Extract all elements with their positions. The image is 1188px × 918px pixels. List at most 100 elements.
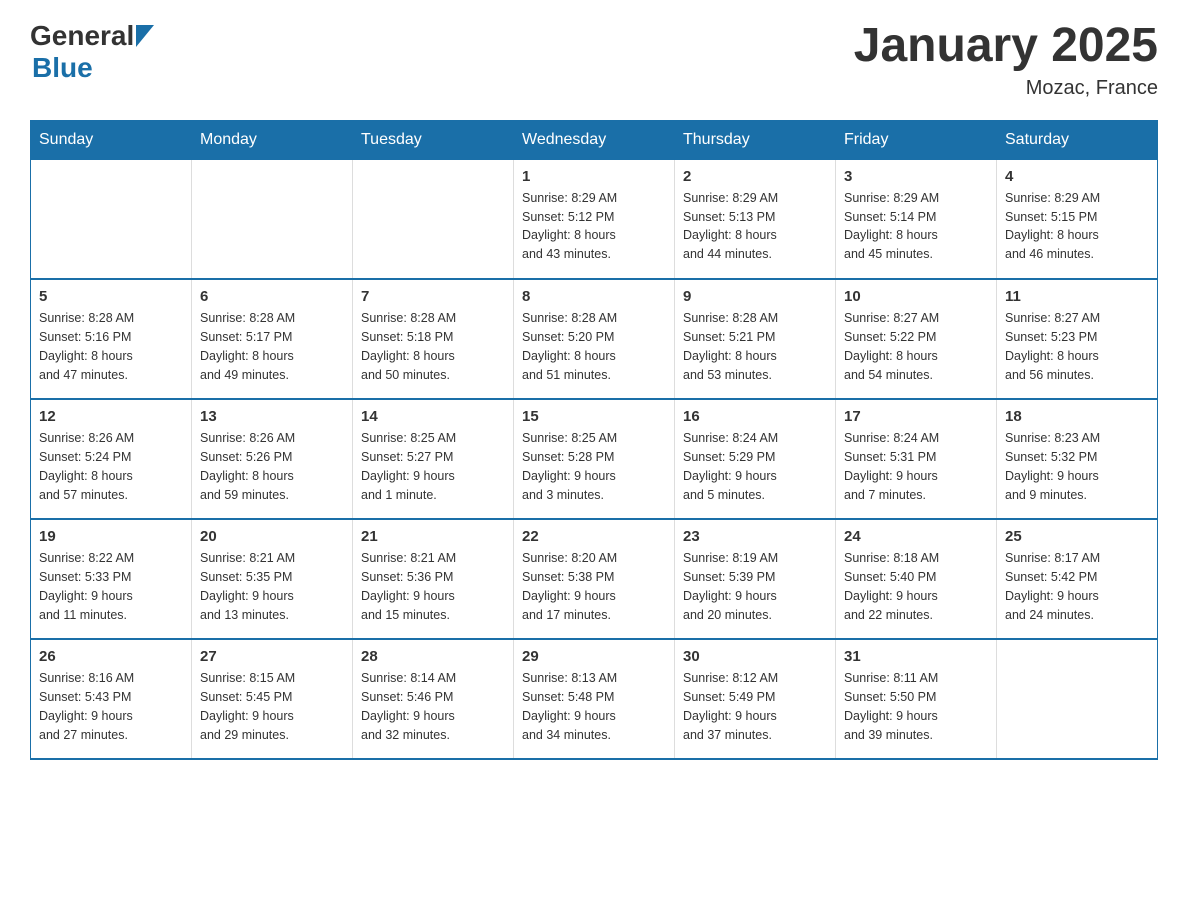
day-info: Sunrise: 8:28 AMSunset: 5:21 PMDaylight:… (683, 309, 827, 384)
calendar-cell: 25 Sunrise: 8:17 AMSunset: 5:42 PMDayligh… (997, 519, 1158, 639)
calendar-cell: 13 Sunrise: 8:26 AMSunset: 5:26 PMDayligh… (192, 399, 353, 519)
calendar-cell: 26 Sunrise: 8:16 AMSunset: 5:43 PMDayligh… (31, 639, 192, 759)
calendar-cell: 22Sunrise: 8:20 AMSunset: 5:38 PMDayligh… (514, 519, 675, 639)
day-number: 6 (200, 288, 344, 305)
day-number: 22 (522, 528, 666, 545)
calendar-cell: 7 Sunrise: 8:28 AMSunset: 5:18 PMDaylight… (353, 279, 514, 399)
calendar-cell: 10 Sunrise: 8:27 AMSunset: 5:22 PMDayligh… (836, 279, 997, 399)
day-info: Sunrise: 8:11 AMSunset: 5:50 PMDaylight:… (844, 669, 988, 744)
day-info: Sunrise: 8:21 AMSunset: 5:36 PMDaylight:… (361, 549, 505, 624)
calendar-cell: 31 Sunrise: 8:11 AMSunset: 5:50 PMDayligh… (836, 639, 997, 759)
day-number: 12 (39, 408, 183, 425)
calendar-cell: 14 Sunrise: 8:25 AMSunset: 5:27 PMDayligh… (353, 399, 514, 519)
calendar-week-row: 19 Sunrise: 8:22 AMSunset: 5:33 PMDayligh… (31, 519, 1158, 639)
calendar-header-thursday: Thursday (675, 120, 836, 159)
calendar-cell: 15 Sunrise: 8:25 AMSunset: 5:28 PMDayligh… (514, 399, 675, 519)
calendar-header-sunday: Sunday (31, 120, 192, 159)
day-number: 21 (361, 528, 505, 545)
calendar-cell: 20Sunrise: 8:21 AMSunset: 5:35 PMDayligh… (192, 519, 353, 639)
calendar-cell: 23Sunrise: 8:19 AMSunset: 5:39 PMDayligh… (675, 519, 836, 639)
day-number: 24 (844, 528, 988, 545)
day-number: 11 (1005, 288, 1149, 305)
logo-blue-text: Blue (32, 52, 154, 84)
calendar-cell: 1Sunrise: 8:29 AMSunset: 5:12 PMDaylight… (514, 159, 675, 279)
day-info: Sunrise: 8:18 AMSunset: 5:40 PMDaylight:… (844, 549, 988, 624)
day-info: Sunrise: 8:23 AMSunset: 5:32 PMDaylight:… (1005, 429, 1149, 504)
day-info: Sunrise: 8:25 AMSunset: 5:27 PMDaylight:… (361, 429, 505, 504)
day-number: 10 (844, 288, 988, 305)
day-info: Sunrise: 8:29 AMSunset: 5:13 PMDaylight:… (683, 189, 827, 264)
day-info: Sunrise: 8:22 AMSunset: 5:33 PMDaylight:… (39, 549, 183, 624)
day-number: 25 (1005, 528, 1149, 545)
calendar-cell: 28Sunrise: 8:14 AMSunset: 5:46 PMDayligh… (353, 639, 514, 759)
day-number: 19 (39, 528, 183, 545)
calendar-cell: 3Sunrise: 8:29 AMSunset: 5:14 PMDaylight… (836, 159, 997, 279)
calendar-cell: 19 Sunrise: 8:22 AMSunset: 5:33 PMDayligh… (31, 519, 192, 639)
calendar-cell: 8 Sunrise: 8:28 AMSunset: 5:20 PMDaylight… (514, 279, 675, 399)
day-info: Sunrise: 8:28 AMSunset: 5:18 PMDaylight:… (361, 309, 505, 384)
logo-general-text: General (30, 20, 134, 52)
day-number: 17 (844, 408, 988, 425)
day-info: Sunrise: 8:26 AMSunset: 5:24 PMDaylight:… (39, 429, 183, 504)
day-number: 28 (361, 648, 505, 665)
day-number: 14 (361, 408, 505, 425)
calendar-week-row: 26 Sunrise: 8:16 AMSunset: 5:43 PMDayligh… (31, 639, 1158, 759)
logo-triangle-icon (136, 25, 154, 47)
day-info: Sunrise: 8:27 AMSunset: 5:22 PMDaylight:… (844, 309, 988, 384)
calendar-title: January 2025 (854, 20, 1158, 73)
day-info: Sunrise: 8:25 AMSunset: 5:28 PMDaylight:… (522, 429, 666, 504)
calendar-cell: 30 Sunrise: 8:12 AMSunset: 5:49 PMDayligh… (675, 639, 836, 759)
calendar-header-monday: Monday (192, 120, 353, 159)
day-number: 4 (1005, 168, 1149, 185)
day-number: 15 (522, 408, 666, 425)
day-number: 13 (200, 408, 344, 425)
day-info: Sunrise: 8:27 AMSunset: 5:23 PMDaylight:… (1005, 309, 1149, 384)
calendar-header-friday: Friday (836, 120, 997, 159)
calendar-cell: 18Sunrise: 8:23 AMSunset: 5:32 PMDayligh… (997, 399, 1158, 519)
day-info: Sunrise: 8:15 AMSunset: 5:45 PMDaylight:… (200, 669, 344, 744)
day-info: Sunrise: 8:29 AMSunset: 5:12 PMDaylight:… (522, 189, 666, 264)
day-number: 30 (683, 648, 827, 665)
calendar-cell: 11 Sunrise: 8:27 AMSunset: 5:23 PMDayligh… (997, 279, 1158, 399)
calendar-table: SundayMondayTuesdayWednesdayThursdayFrid… (30, 120, 1158, 761)
day-info: Sunrise: 8:29 AMSunset: 5:15 PMDaylight:… (1005, 189, 1149, 264)
day-info: Sunrise: 8:28 AMSunset: 5:20 PMDaylight:… (522, 309, 666, 384)
day-info: Sunrise: 8:24 AMSunset: 5:29 PMDaylight:… (683, 429, 827, 504)
calendar-week-row: 12 Sunrise: 8:26 AMSunset: 5:24 PMDayligh… (31, 399, 1158, 519)
calendar-cell: 21 Sunrise: 8:21 AMSunset: 5:36 PMDayligh… (353, 519, 514, 639)
day-info: Sunrise: 8:24 AMSunset: 5:31 PMDaylight:… (844, 429, 988, 504)
calendar-header-saturday: Saturday (997, 120, 1158, 159)
calendar-cell (31, 159, 192, 279)
day-number: 3 (844, 168, 988, 185)
day-number: 9 (683, 288, 827, 305)
calendar-cell: 5Sunrise: 8:28 AMSunset: 5:16 PMDaylight… (31, 279, 192, 399)
calendar-header-wednesday: Wednesday (514, 120, 675, 159)
calendar-header-tuesday: Tuesday (353, 120, 514, 159)
calendar-cell: 9 Sunrise: 8:28 AMSunset: 5:21 PMDaylight… (675, 279, 836, 399)
calendar-subtitle: Mozac, France (854, 77, 1158, 100)
day-info: Sunrise: 8:17 AMSunset: 5:42 PMDaylight:… (1005, 549, 1149, 624)
day-number: 8 (522, 288, 666, 305)
day-number: 16 (683, 408, 827, 425)
day-info: Sunrise: 8:19 AMSunset: 5:39 PMDaylight:… (683, 549, 827, 624)
day-number: 7 (361, 288, 505, 305)
day-info: Sunrise: 8:16 AMSunset: 5:43 PMDaylight:… (39, 669, 183, 744)
logo: General Blue (30, 20, 154, 84)
calendar-cell (192, 159, 353, 279)
calendar-header-row: SundayMondayTuesdayWednesdayThursdayFrid… (31, 120, 1158, 159)
calendar-cell: 4 Sunrise: 8:29 AMSunset: 5:15 PMDaylight… (997, 159, 1158, 279)
calendar-cell: 27Sunrise: 8:15 AMSunset: 5:45 PMDayligh… (192, 639, 353, 759)
day-number: 31 (844, 648, 988, 665)
calendar-cell: 2Sunrise: 8:29 AMSunset: 5:13 PMDaylight… (675, 159, 836, 279)
calendar-week-row: 1Sunrise: 8:29 AMSunset: 5:12 PMDaylight… (31, 159, 1158, 279)
day-number: 26 (39, 648, 183, 665)
day-info: Sunrise: 8:26 AMSunset: 5:26 PMDaylight:… (200, 429, 344, 504)
day-info: Sunrise: 8:13 AMSunset: 5:48 PMDaylight:… (522, 669, 666, 744)
day-info: Sunrise: 8:12 AMSunset: 5:49 PMDaylight:… (683, 669, 827, 744)
calendar-cell (997, 639, 1158, 759)
calendar-cell (353, 159, 514, 279)
calendar-cell: 16 Sunrise: 8:24 AMSunset: 5:29 PMDayligh… (675, 399, 836, 519)
day-info: Sunrise: 8:28 AMSunset: 5:17 PMDaylight:… (200, 309, 344, 384)
calendar-cell: 29Sunrise: 8:13 AMSunset: 5:48 PMDayligh… (514, 639, 675, 759)
title-section: January 2025 Mozac, France (854, 20, 1158, 100)
